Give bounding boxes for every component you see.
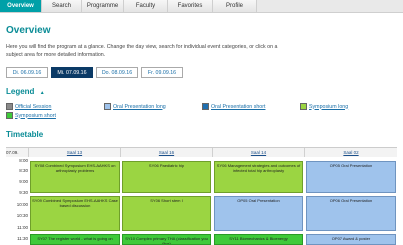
session-block[interactable]: SY06 Short stem I xyxy=(122,196,211,231)
room-header[interactable]: Saal 16 xyxy=(120,148,212,157)
legend-item-official-session[interactable]: Official Session xyxy=(6,103,51,110)
legend-label: Symposium long xyxy=(309,103,349,110)
intro-line: Here you will find the program at a glan… xyxy=(6,44,278,50)
session-block[interactable]: SY11 Biomechanics & Bioenergy xyxy=(214,234,303,245)
timetable-title: Timetable xyxy=(6,130,44,139)
time-label: 11:00 xyxy=(17,225,28,230)
legend-item-oral-short[interactable]: Oral Presentation short xyxy=(202,103,265,110)
legend-label: Symposium short xyxy=(15,112,56,119)
time-label: 9:30 xyxy=(19,190,28,195)
day-tab-active[interactable]: Mi. 07.09.16 xyxy=(51,67,93,78)
tab-programme[interactable]: Programme xyxy=(82,0,124,12)
legend-swatch xyxy=(104,103,111,110)
day-tab[interactable]: Di. 06.09.16 xyxy=(6,67,48,78)
session-block[interactable]: SY06 Paediatric hip xyxy=(122,161,211,193)
session-block[interactable]: OP06 Oral Presentation xyxy=(306,196,396,231)
legend-label: Oral Presentation long xyxy=(113,103,166,110)
session-block[interactable]: OP05 Oral Presentation xyxy=(214,196,303,231)
time-label: 10:30 xyxy=(16,213,28,218)
legend-swatch xyxy=(202,103,209,110)
day-tab[interactable]: Fr. 09.09.16 xyxy=(141,67,183,78)
session-block[interactable]: OP05 Oral Presentation xyxy=(306,161,396,193)
time-label: 8:00 xyxy=(19,158,28,163)
tab-overview[interactable]: Overview xyxy=(0,0,42,12)
intro-text: Here you will find the program at a glan… xyxy=(6,43,396,59)
time-label: 11:30 xyxy=(17,236,28,241)
room-header[interactable]: Saal 02 xyxy=(304,148,397,157)
room-header[interactable]: Saal 14 xyxy=(212,148,304,157)
session-block[interactable]: SY10 Complex primary THA (classification… xyxy=(122,234,211,245)
legend-label: Oral Presentation short xyxy=(211,103,266,110)
session-block[interactable]: SY07 The register world - what is going … xyxy=(30,234,120,245)
tab-search[interactable]: Search xyxy=(42,0,82,12)
tab-profile[interactable]: Profile xyxy=(213,0,257,12)
legend-heading[interactable]: Legend ▲ xyxy=(6,87,45,96)
time-label: 10:00 xyxy=(16,202,28,207)
intro-line: subject area for more detailed informati… xyxy=(6,52,106,58)
day-tab[interactable]: Do. 08.09.16 xyxy=(96,67,138,78)
session-block[interactable]: SY08 Combined Symposium EHS-AAHKS on art… xyxy=(30,161,120,193)
collapse-arrow-icon[interactable]: ▲ xyxy=(40,90,45,96)
time-label: 8:30 xyxy=(19,168,28,173)
tab-faculty[interactable]: Faculty xyxy=(124,0,168,12)
legend-swatch xyxy=(6,112,13,119)
timetable-date: 07.09. xyxy=(6,148,28,157)
session-block[interactable]: OP07 Award & poster xyxy=(306,234,396,245)
legend-title: Legend xyxy=(6,87,35,96)
legend-item-symposium-long[interactable]: Symposium long xyxy=(300,103,348,110)
page-title: Overview xyxy=(6,25,51,36)
session-block[interactable]: SY09 Combined Symposium EHS-AAHKS Case b… xyxy=(30,196,120,231)
main-tab-bar: Overview Search Programme Faculty Favori… xyxy=(0,0,403,13)
day-selector: Di. 06.09.16 Mi. 07.09.16 Do. 08.09.16 F… xyxy=(6,67,186,78)
legend-item-oral-long[interactable]: Oral Presentation long xyxy=(104,103,166,110)
legend-item-symposium-short[interactable]: Symposium short xyxy=(6,112,56,119)
timetable-grid: 07.09. Saal 13 Saal 16 Saal 14 Saal 02 8… xyxy=(6,147,397,245)
legend-label: Official Session xyxy=(15,103,52,110)
legend-swatch xyxy=(300,103,307,110)
legend-swatch xyxy=(6,103,13,110)
session-block[interactable]: SY06 Management strategies and outcomes … xyxy=(214,161,303,193)
tab-favorites[interactable]: Favorites xyxy=(168,0,213,12)
room-header[interactable]: Saal 13 xyxy=(28,148,120,157)
time-label: 9:00 xyxy=(19,179,28,184)
